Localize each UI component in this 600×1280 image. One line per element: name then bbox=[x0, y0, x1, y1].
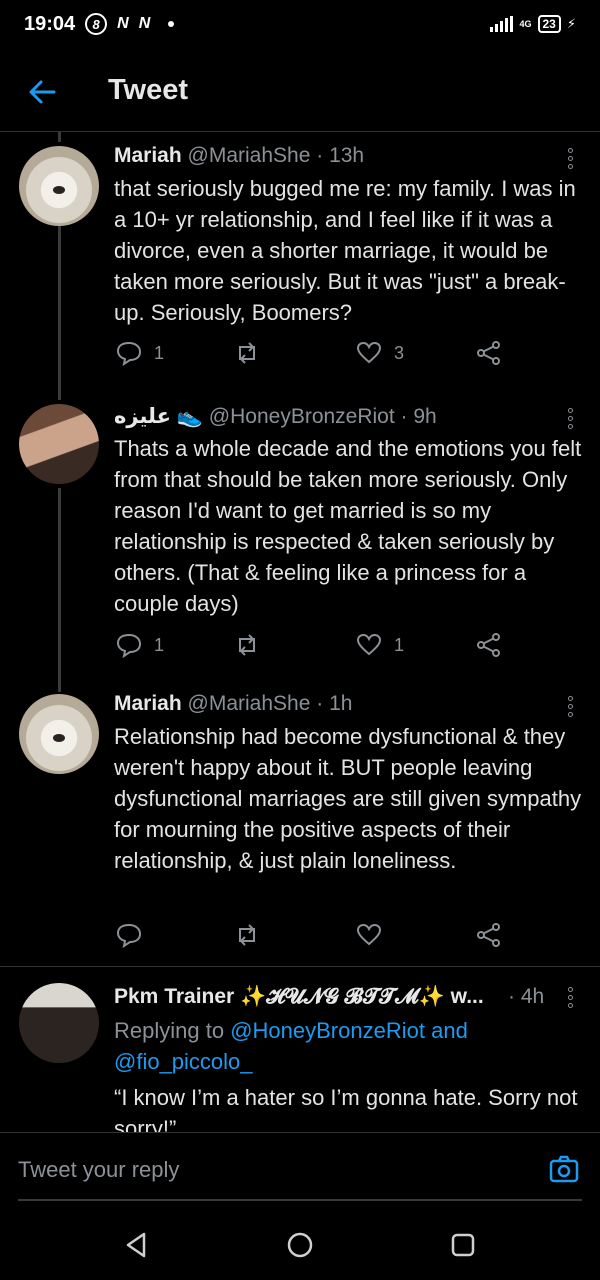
separator-dot: · bbox=[316, 144, 330, 167]
reply-button[interactable]: 1 bbox=[116, 340, 164, 366]
tweet-time: 1h bbox=[329, 692, 353, 715]
retweet-button[interactable] bbox=[234, 340, 272, 366]
retweet-icon bbox=[239, 634, 255, 656]
camera-icon[interactable] bbox=[548, 1153, 580, 1185]
heart-icon bbox=[356, 633, 382, 656]
n-icon: N bbox=[117, 15, 129, 32]
tweet-text: that seriously bugged me re: my family. … bbox=[114, 176, 576, 325]
avatar[interactable] bbox=[19, 983, 99, 1063]
reply-icon bbox=[116, 633, 142, 658]
reply-button[interactable]: 1 bbox=[116, 632, 164, 658]
more-options-icon[interactable] bbox=[568, 696, 574, 720]
page-title: Tweet bbox=[108, 74, 189, 106]
separator-dot: · bbox=[316, 692, 330, 715]
status-time: 19:04 bbox=[24, 12, 76, 35]
tweet-item[interactable]: Mariah @MariahShe · 1h Relationship had … bbox=[0, 682, 600, 966]
retweet-icon bbox=[239, 342, 255, 364]
tweet-item[interactable]: Pkm Trainer ✨𝓗𝓤𝓝𝓖 𝓑𝓣𝓣𝓜✨ w... · 4h Replyi… bbox=[0, 967, 600, 1132]
tweet-text: “I know I’m a hater so I’m gonna hate. S… bbox=[114, 1085, 578, 1132]
share-icon bbox=[477, 923, 500, 947]
tweet-item[interactable]: عليزه 👟 @HoneyBronzeRiot · 9h Thats a wh… bbox=[0, 392, 600, 682]
display-name[interactable]: Mariah bbox=[114, 692, 182, 715]
reply-icon bbox=[116, 923, 142, 948]
network-type: 4G bbox=[519, 19, 532, 29]
tweet-actions bbox=[116, 922, 506, 952]
top-app-bar: Tweet bbox=[0, 58, 600, 124]
like-button[interactable]: 3 bbox=[356, 340, 404, 366]
share-icon bbox=[477, 341, 500, 365]
heart-icon bbox=[356, 923, 382, 946]
battery-level: 23 bbox=[537, 15, 561, 33]
dot-icon bbox=[168, 21, 175, 27]
sneaker-emoji-icon: 👟 bbox=[176, 405, 203, 428]
heart-icon bbox=[356, 341, 382, 364]
more-options-icon[interactable] bbox=[568, 148, 574, 172]
retweet-icon bbox=[239, 924, 255, 946]
like-count: 1 bbox=[394, 634, 405, 655]
separator-dot: · bbox=[400, 405, 414, 428]
home-circle-icon[interactable] bbox=[285, 1230, 315, 1260]
mention-link[interactable]: @HoneyBronzeRiot bbox=[230, 1018, 425, 1043]
display-name[interactable]: عليزه bbox=[114, 405, 171, 428]
signal-icon bbox=[490, 16, 514, 32]
reply-input-underline bbox=[18, 1199, 582, 1201]
replying-to: Replying to @HoneyBronzeRiot and @fio_pi… bbox=[114, 1015, 584, 1077]
avatar[interactable] bbox=[19, 146, 99, 226]
back-triangle-icon[interactable] bbox=[122, 1230, 152, 1260]
retweet-button[interactable] bbox=[234, 922, 272, 948]
tweet-item[interactable]: Mariah @MariahShe · 13h that seriously b… bbox=[0, 132, 600, 392]
charging-icon: ⚡ bbox=[566, 16, 576, 31]
reply-composer bbox=[0, 1132, 600, 1212]
tweet-header: Mariah @MariahShe · 1h bbox=[114, 692, 352, 716]
display-name[interactable]: Pkm Trainer ✨𝓗𝓤𝓝𝓖 𝓑𝓣𝓣𝓜✨ w... bbox=[114, 985, 484, 1008]
recents-square-icon[interactable] bbox=[448, 1230, 478, 1260]
handle[interactable]: @MariahShe bbox=[188, 144, 311, 167]
retweet-button[interactable] bbox=[234, 632, 272, 658]
tweet-header: Pkm Trainer ✨𝓗𝓤𝓝𝓖 𝓑𝓣𝓣𝓜✨ w... bbox=[114, 985, 554, 1009]
tweet-time: 9h bbox=[413, 405, 437, 428]
more-options-icon[interactable] bbox=[568, 987, 574, 1011]
back-arrow-icon[interactable] bbox=[26, 76, 58, 108]
tweet-actions: 1 1 bbox=[116, 632, 506, 662]
avatar[interactable] bbox=[19, 694, 99, 774]
reply-icon bbox=[116, 341, 142, 366]
display-name[interactable]: Mariah bbox=[114, 144, 182, 167]
system-nav-bar bbox=[0, 1212, 600, 1280]
replying-to-label: Replying to bbox=[114, 1018, 225, 1043]
share-button[interactable] bbox=[476, 922, 502, 948]
like-button[interactable] bbox=[356, 922, 394, 948]
handle[interactable]: @HoneyBronzeRiot bbox=[209, 405, 395, 428]
n-icon: N bbox=[138, 15, 151, 32]
avatar[interactable] bbox=[19, 404, 99, 484]
mention-and[interactable]: and bbox=[431, 1018, 468, 1043]
status-bar: 19:04 8 N N 4G 23 ⚡ bbox=[0, 0, 600, 48]
reply-count: 1 bbox=[154, 634, 165, 655]
tweet-header: عليزه 👟 @HoneyBronzeRiot · 9h bbox=[114, 404, 437, 429]
tweet-header: Mariah @MariahShe · 13h bbox=[114, 144, 364, 168]
like-count: 3 bbox=[394, 342, 405, 363]
reply-input[interactable] bbox=[18, 1157, 468, 1183]
reply-button[interactable] bbox=[116, 922, 154, 948]
share-button[interactable] bbox=[476, 340, 502, 366]
like-button[interactable]: 1 bbox=[356, 632, 404, 658]
tweet-time: · 4h bbox=[508, 985, 545, 1008]
tweet-time: 13h bbox=[329, 144, 365, 167]
more-options-icon[interactable] bbox=[568, 408, 574, 432]
tweet-actions: 1 3 bbox=[116, 340, 506, 370]
handle[interactable]: @MariahShe bbox=[188, 692, 311, 715]
mention-link[interactable]: @fio_piccolo_ bbox=[114, 1049, 253, 1074]
tweet-text: Relationship had become dysfunctional & … bbox=[114, 724, 582, 873]
eight-circle-icon: 8 bbox=[85, 13, 108, 35]
share-button[interactable] bbox=[476, 632, 502, 658]
share-icon bbox=[477, 633, 500, 657]
tweet-text: Thats a whole decade and the emotions yo… bbox=[114, 436, 582, 616]
reply-count: 1 bbox=[154, 342, 165, 363]
